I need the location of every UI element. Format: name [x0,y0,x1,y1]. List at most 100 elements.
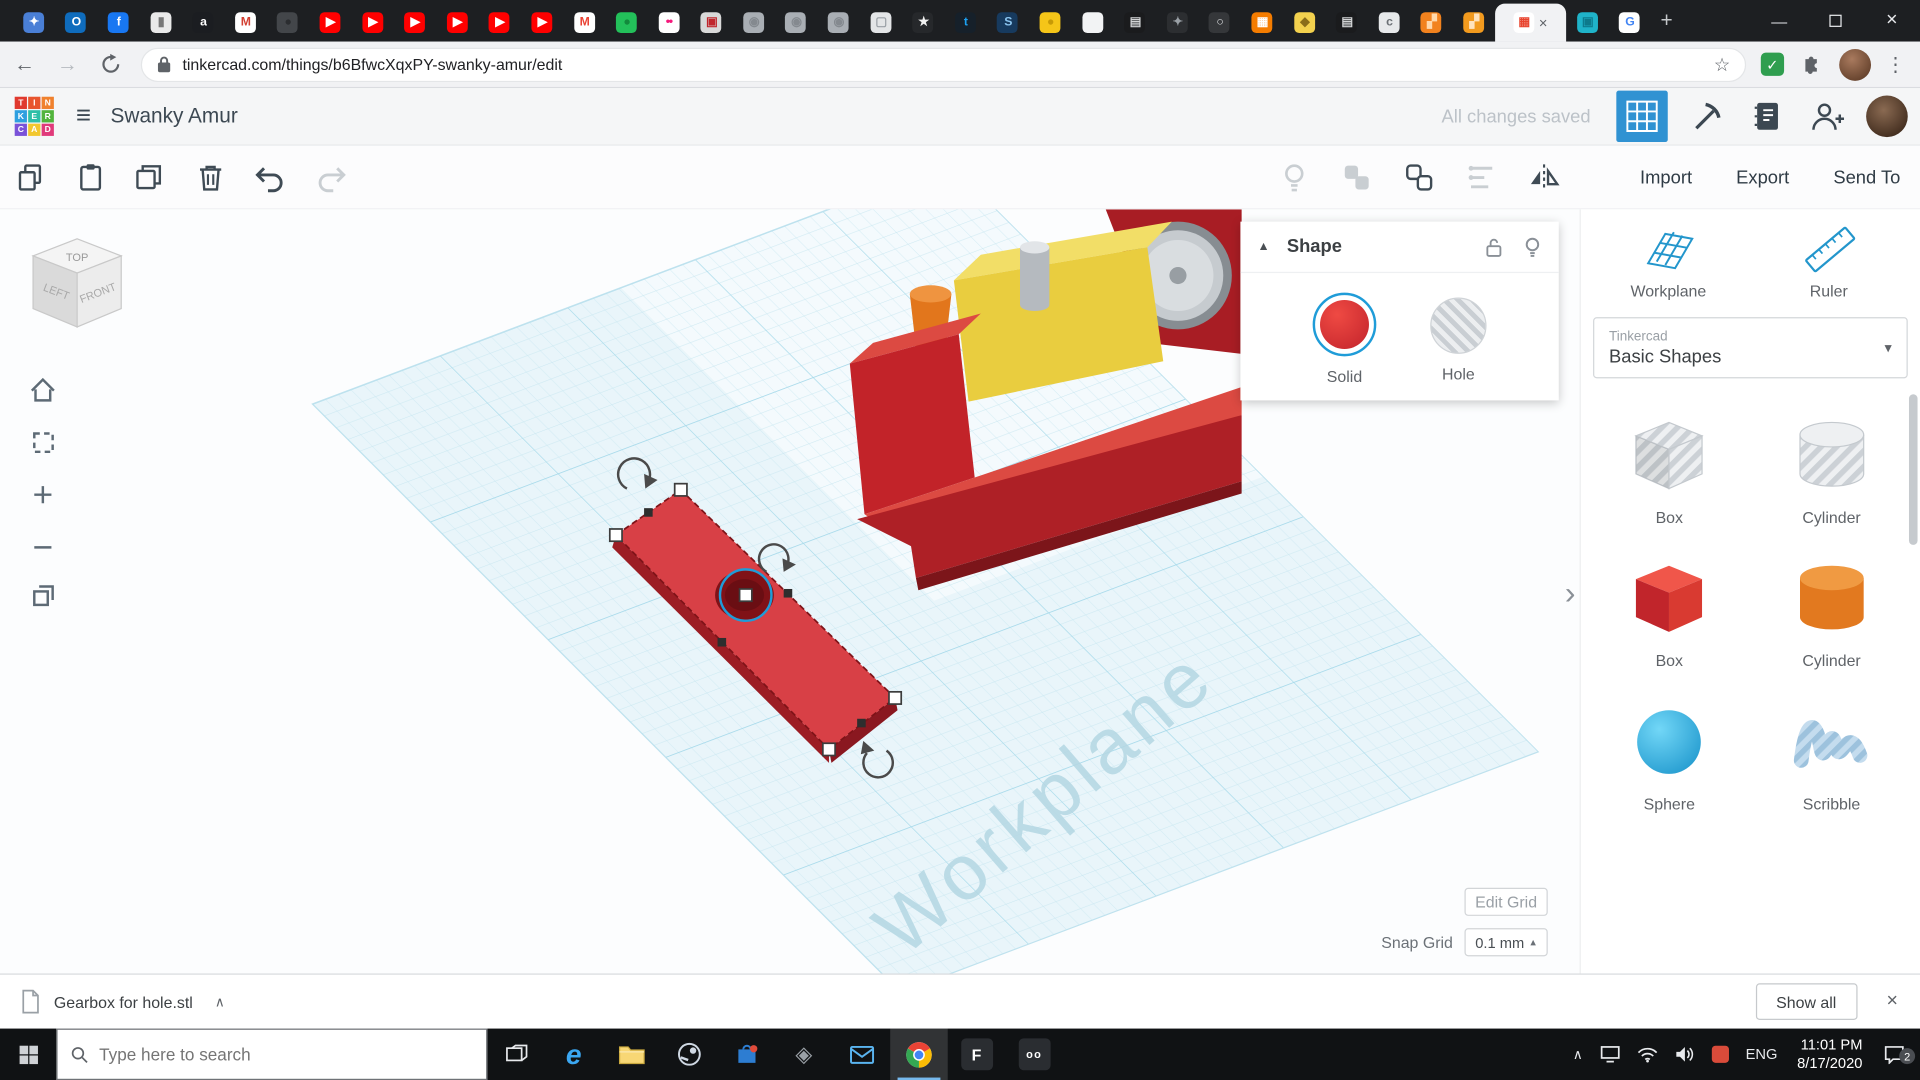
tinkercad-logo[interactable]: T I N K E R C A D [14,96,54,136]
download-bar-close-icon[interactable]: × [1887,991,1898,1013]
new-tab-button[interactable]: + [1651,5,1683,37]
align-button[interactable] [1461,157,1503,199]
view-cube[interactable]: TOP LEFT FRONT [31,238,123,328]
shape-category-dropdown[interactable]: Tinkercad Basic Shapes ▾ [1593,317,1908,379]
browser-tab[interactable]: t [944,4,986,42]
browser-tab[interactable]: ▶ [478,4,520,42]
shape-sphere[interactable]: Sphere [1624,699,1715,813]
browser-tab[interactable]: M [224,4,266,42]
design-title[interactable]: Swanky Amur [111,104,238,128]
download-item[interactable]: Gearbox for hole.stl ∧ [20,989,225,1014]
corner-handle[interactable] [673,482,688,497]
panel-collapse-button[interactable]: ▲ [1258,240,1270,253]
duplicate-button[interactable] [130,157,172,199]
workplane-tool[interactable]: Workplane [1588,224,1748,300]
mirror-button[interactable] [1523,157,1565,199]
taskbar-edge[interactable]: e [545,1029,603,1080]
browser-tab[interactable]: ◉ [775,4,817,42]
taskbar-app-f[interactable]: F [948,1029,1006,1080]
edit-grid-button[interactable]: Edit Grid [1464,887,1548,916]
taskbar-mail[interactable] [833,1029,891,1080]
ruler-tool[interactable]: Ruler [1749,224,1909,300]
tray-volume-icon[interactable] [1666,1046,1703,1063]
maximize-button[interactable] [1807,0,1863,42]
taskbar-file-explorer[interactable] [602,1029,660,1080]
browser-tab[interactable]: ▶ [393,4,435,42]
ungroup-button[interactable] [1398,157,1440,199]
edge-handle[interactable] [644,508,653,517]
back-button[interactable]: ← [6,46,43,83]
browser-tab[interactable]: ▶ [351,4,393,42]
dashboard-grid-button[interactable] [1616,90,1668,143]
edge-handle[interactable] [783,588,793,598]
reload-button[interactable] [92,46,129,83]
tray-expand-chevron[interactable]: ∧ [1564,1046,1591,1063]
start-button[interactable] [0,1029,56,1080]
home-view-button[interactable] [30,377,55,402]
send-to-button[interactable]: Send To [1833,167,1900,188]
browser-tab[interactable]: O [55,4,97,42]
task-view-button[interactable] [487,1029,545,1080]
browser-tab[interactable]: f [97,4,139,42]
tray-monitor-icon[interactable] [1591,1046,1628,1063]
shape-box-red[interactable]: Box [1624,556,1715,670]
notebook-button[interactable] [1746,96,1788,138]
tab-close-icon[interactable]: × [1539,15,1548,30]
export-button[interactable]: Export [1736,167,1789,188]
browser-tab[interactable]: ▦ × [1494,3,1566,42]
corner-handle[interactable] [608,528,623,543]
center-handle[interactable] [738,588,753,603]
browser-tab[interactable]: ▞ [1452,4,1494,42]
browser-tab[interactable]: c [1368,4,1410,42]
browser-tab[interactable]: ▶ [309,4,351,42]
taskbar-steam[interactable] [660,1029,718,1080]
browser-tab[interactable]: ▮ [139,4,181,42]
show-all-bulb-button[interactable] [1273,157,1315,199]
shape-scribble[interactable]: Scribble [1786,699,1877,813]
browser-tab[interactable]: ▣ [690,4,732,42]
browser-tab[interactable]: ▶ [521,4,563,42]
perspective-toggle-button[interactable] [33,585,54,607]
search-input[interactable] [99,1044,473,1065]
browser-tab[interactable]: M [563,4,605,42]
panel-collapse-chevron[interactable]: › [1565,575,1576,611]
solid-option[interactable]: Solid [1312,292,1377,386]
browser-tab[interactable]: ▤ [1325,4,1367,42]
browser-tab[interactable]: ◉ [817,4,859,42]
browser-tab[interactable]: ▦ [1241,4,1283,42]
browser-tab[interactable]: ▞ [1410,4,1452,42]
browser-tab[interactable]: ● [266,4,308,42]
shape-box-striped[interactable]: Box [1624,413,1715,527]
browser-tab[interactable]: ▢ [859,4,901,42]
omnibox[interactable]: tinkercad.com/things/b6BfwcXqxPY-swanky-… [140,47,1747,82]
tray-wifi-icon[interactable] [1628,1046,1666,1062]
taskbar-search[interactable] [56,1028,488,1080]
extensions-puzzle-icon[interactable] [1801,54,1822,75]
browser-tab[interactable]: G [1608,4,1650,42]
model-steam-dome[interactable] [1020,247,1050,312]
shape-cylinder-striped[interactable]: Cylinder [1786,413,1877,527]
taskbar-clock[interactable]: 11:01 PM 8/17/2020 [1786,1036,1873,1073]
solid-swatch[interactable] [1320,300,1369,349]
browser-tab[interactable]: ◉ [732,4,774,42]
visibility-bulb-button[interactable] [1523,236,1541,258]
minecraft-pickaxe-button[interactable] [1686,96,1728,138]
edge-handle[interactable] [857,718,866,728]
user-avatar[interactable] [1866,95,1908,138]
show-all-button[interactable]: Show all [1755,983,1858,1020]
browser-tab[interactable]: ▣ [1566,4,1608,42]
browser-tab[interactable]: ○ [1198,4,1240,42]
browser-tab[interactable]: ● [605,4,647,42]
browser-tab[interactable]: ● [1029,4,1071,42]
action-center-button[interactable]: 2 [1873,1044,1920,1065]
hole-option[interactable]: Hole [1430,293,1487,386]
browser-tab[interactable]: ◆ [1283,4,1325,42]
copy-button[interactable] [10,157,52,199]
delete-button[interactable] [190,157,232,199]
download-menu-chevron[interactable]: ∧ [215,994,225,1010]
viewcube-top-label[interactable]: TOP [66,252,88,264]
sidebar-scrollbar[interactable] [1908,394,1918,545]
profile-avatar[interactable] [1839,48,1872,81]
browser-tab[interactable]: S [987,4,1029,42]
edge-handle[interactable] [717,637,727,647]
